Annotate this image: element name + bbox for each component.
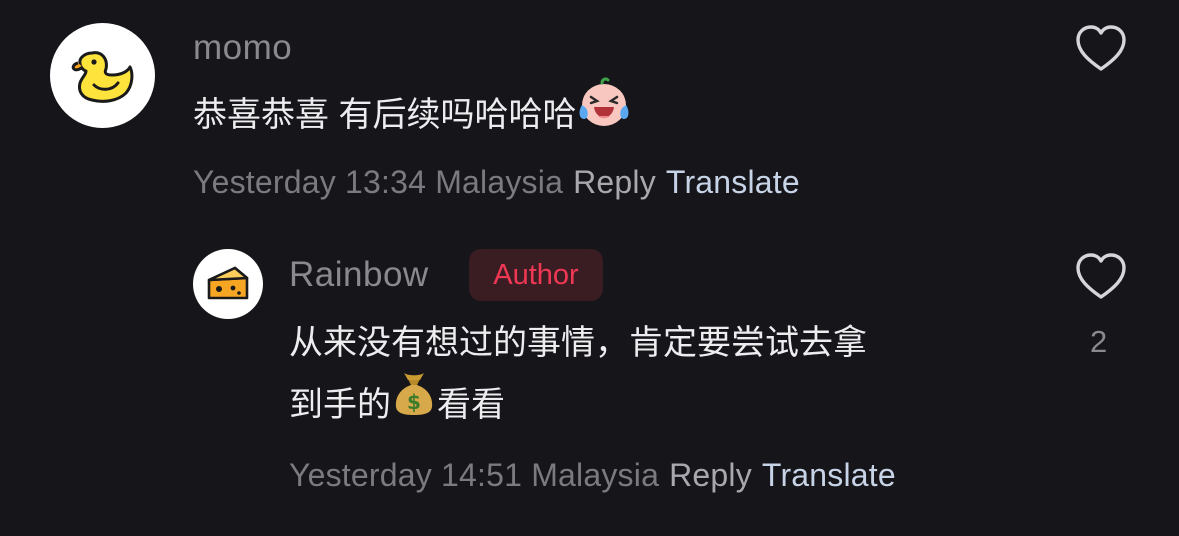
comment-text: 恭喜恭喜 有后续吗哈哈哈: [193, 77, 632, 149]
reply-button[interactable]: Reply: [573, 164, 656, 200]
reply-text-line-2: 到手的 $ 看看: [289, 373, 867, 437]
reply-timestamp: Yesterday 14:51 Malaysia: [289, 457, 660, 493]
money-bag-icon: $: [391, 369, 437, 437]
laughing-crying-face-icon: [576, 77, 632, 149]
reply-username[interactable]: Rainbow: [289, 255, 429, 295]
svg-text:$: $: [407, 390, 421, 414]
cheese-icon: [207, 266, 249, 300]
comment-text-content: 恭喜恭喜 有后续吗哈哈哈: [193, 96, 577, 134]
heart-icon: [1076, 253, 1126, 299]
like-button[interactable]: [1074, 252, 1128, 307]
reply-text-part-a: 到手的: [289, 386, 391, 424]
comment-thread: momo 恭喜恭喜 有后续吗哈哈哈 Yesterday 13:34 Malays…: [0, 0, 1179, 536]
reply-text-part-b: 看看: [437, 386, 505, 424]
translate-button[interactable]: Translate: [762, 457, 896, 493]
translate-button[interactable]: Translate: [666, 164, 800, 200]
comment-meta: Yesterday 13:34 Malaysia Reply Translate: [193, 164, 800, 201]
reply-meta: Yesterday 14:51 Malaysia Reply Translate: [289, 457, 896, 494]
like-count: 2: [1090, 324, 1108, 359]
author-badge: Author: [469, 249, 603, 301]
comment-timestamp: Yesterday 13:34 Malaysia: [193, 164, 564, 200]
avatar[interactable]: [193, 249, 263, 319]
avatar[interactable]: [50, 23, 155, 128]
duck-icon: [71, 50, 133, 103]
like-button[interactable]: [1074, 24, 1128, 79]
reply-text-line-1: 从来没有想过的事情，肯定要尝试去拿: [289, 324, 867, 362]
reply-button[interactable]: Reply: [669, 457, 752, 493]
heart-icon: [1076, 25, 1126, 71]
comment-username[interactable]: momo: [193, 28, 292, 68]
reply-text: 从来没有想过的事情，肯定要尝试去拿 到手的 $ 看看: [289, 312, 867, 437]
